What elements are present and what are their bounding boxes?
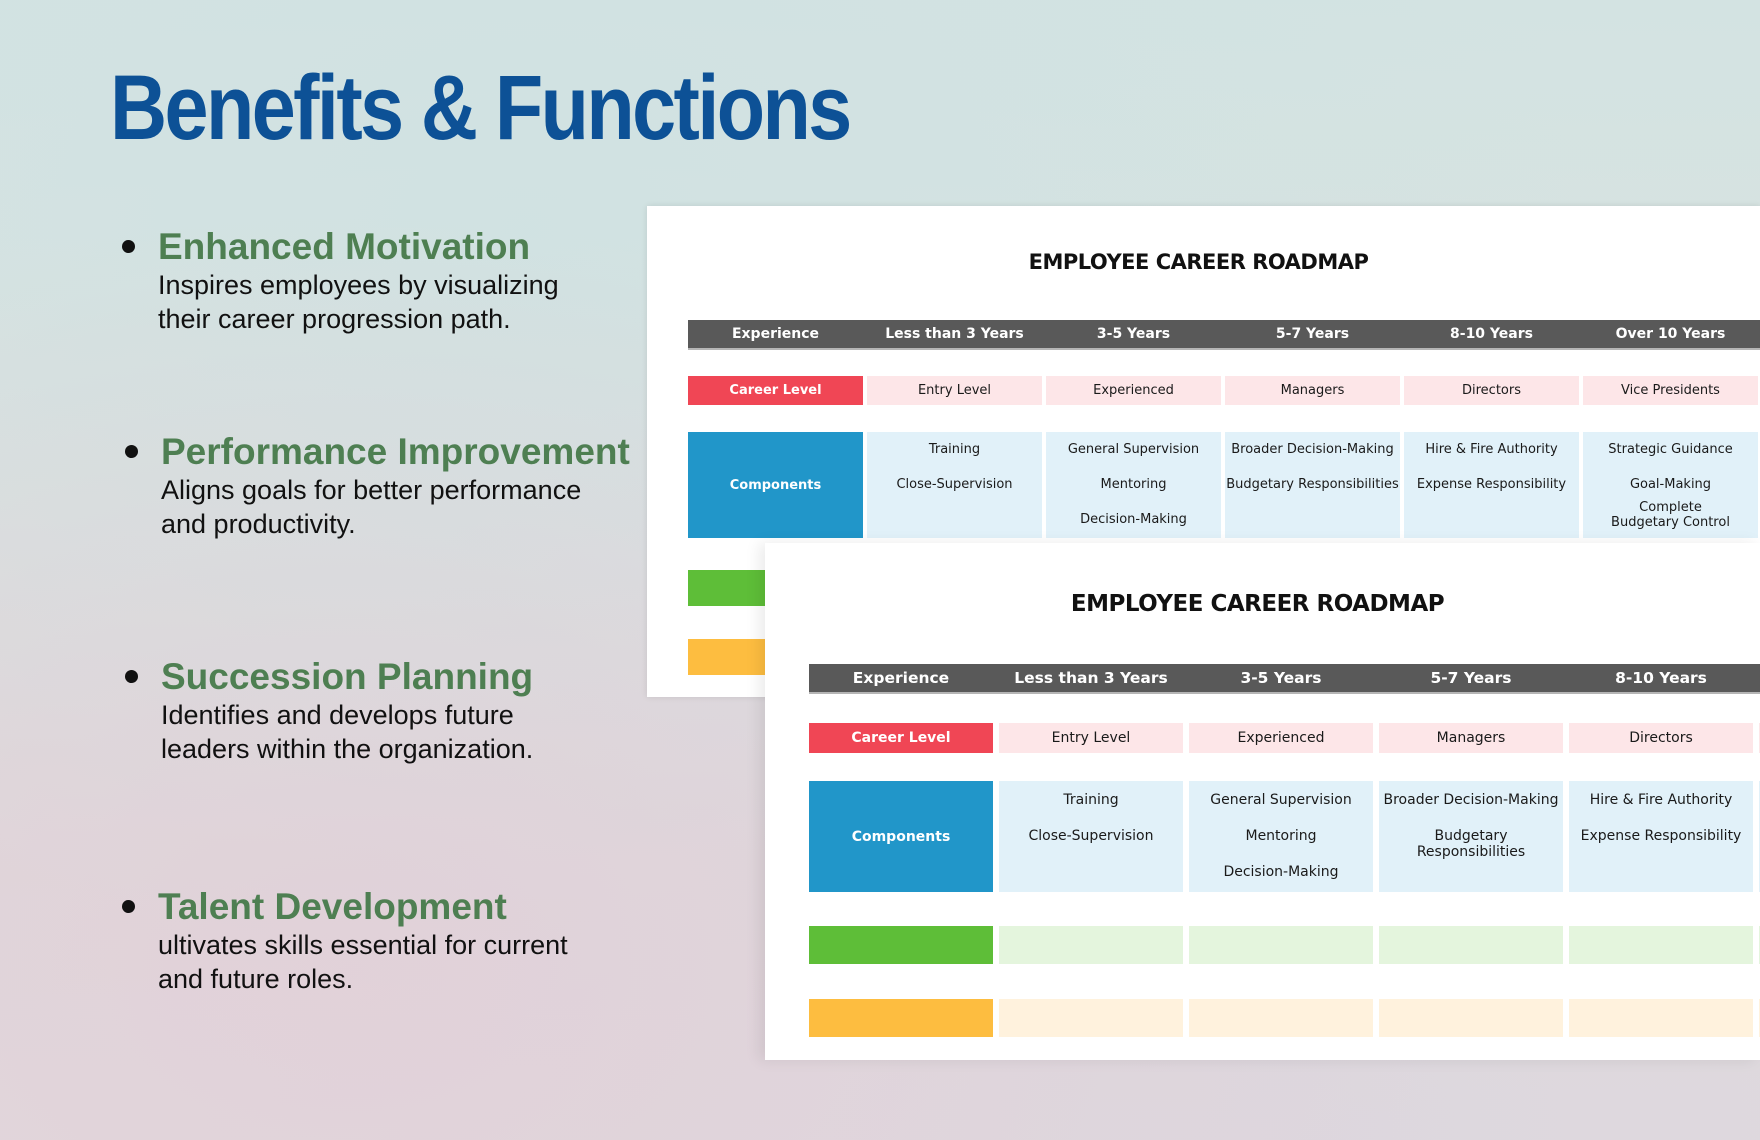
benefit-title: Talent Development [158, 886, 507, 927]
roadmap-card-front: EMPLOYEE CAREER ROADMAP Experience Less … [765, 543, 1760, 1060]
career-level-cell: Experienced [1189, 723, 1373, 753]
component-item: Goal-Making [1629, 477, 1712, 492]
component-item: General Supervision [1210, 792, 1352, 808]
header-cell: 8-10 Years [1615, 669, 1707, 687]
component-item: Budgetary Responsibilities [1416, 828, 1526, 860]
component-item: Broader Decision-Making [1383, 792, 1559, 808]
header-cell: Experience [731, 326, 820, 342]
bullet-icon [122, 240, 135, 253]
header-cell: 3-5 Years [1096, 326, 1171, 342]
benefit-item: Succession Planning Identifies and devel… [125, 656, 645, 766]
benefit-item: Enhanced Motivation Inspires employees b… [122, 226, 642, 336]
benefit-title: Performance Improvement [161, 431, 630, 472]
career-level-cell: Entry Level [999, 723, 1183, 753]
benefit-title: Succession Planning [161, 656, 534, 697]
components-cell: General Supervision Mentoring Decision-M… [1189, 781, 1373, 892]
components-cell: Hire & Fire Authority Expense Responsibi… [1569, 781, 1753, 892]
orange-row-cell [1189, 999, 1373, 1037]
component-item: Training [1063, 792, 1119, 808]
component-item: Complete Budgetary Control [1611, 500, 1730, 530]
component-item: Expense Responsibility [1580, 828, 1742, 844]
components-row: Components Training Close-Supervision Ge… [809, 781, 1760, 892]
green-row [809, 926, 1760, 964]
benefit-title: Enhanced Motivation [158, 226, 531, 267]
green-row-cell [1569, 926, 1753, 964]
bullet-icon [125, 445, 138, 458]
career-level-row: Career Level Entry Level Experienced Man… [809, 723, 1760, 753]
bullet-icon [122, 900, 135, 913]
component-item: Mentoring [1245, 828, 1317, 844]
component-item: General Supervision [1067, 442, 1200, 457]
roadmap-title: EMPLOYEE CAREER ROADMAP [1070, 591, 1445, 617]
header-cell: Less than 3 Years [1014, 669, 1168, 687]
green-row-label [809, 926, 993, 964]
experience-header-row: Experience Less than 3 Years 3-5 Years 5… [688, 320, 1760, 350]
career-level-label: Career Level [688, 376, 863, 405]
components-cell: General Supervision Mentoring Decision-M… [1046, 432, 1221, 538]
components-row: Components Training Close-Supervision Ge… [688, 432, 1760, 538]
header-cell: 8-10 Years [1450, 326, 1533, 342]
benefit-description: ultivates skills essential for current a… [158, 930, 568, 994]
components-cell: Hire & Fire Authority Expense Responsibi… [1404, 432, 1579, 538]
components-cell: Strategic Guidance Goal-Making Complete … [1583, 432, 1758, 538]
career-level-cell: Managers [1225, 376, 1400, 405]
career-level-cell: Experienced [1046, 376, 1221, 405]
header-cell: Over 10 Years [1615, 326, 1726, 342]
component-item: Decision-Making [1223, 864, 1339, 880]
component-item: Expense Responsibility [1416, 477, 1567, 492]
component-item: Close-Supervision [896, 477, 1013, 492]
component-item: Close-Supervision [1028, 828, 1154, 844]
components-cell: Training Close-Supervision [999, 781, 1183, 892]
career-level-cell: Directors [1404, 376, 1579, 405]
components-cell: Broader Decision-Making Budgetary Respon… [1379, 781, 1563, 892]
benefit-item: Talent Development ultivates skills esse… [122, 886, 642, 996]
experience-header-row: Experience Less than 3 Years 3-5 Years 5… [809, 664, 1760, 694]
bullet-icon [125, 670, 138, 683]
career-level-cell: Directors [1569, 723, 1753, 753]
header-cell: Less than 3 Years [885, 326, 1024, 342]
green-row-cell [1379, 926, 1563, 964]
career-level-cell: Managers [1379, 723, 1563, 753]
career-level-row: Career Level Entry Level Experienced Man… [688, 376, 1760, 405]
orange-row [809, 999, 1760, 1037]
header-cell: 5-7 Years [1430, 669, 1512, 687]
green-row-cell [1189, 926, 1373, 964]
page-title: Benefits & Functions [110, 57, 852, 159]
orange-row-cell [1569, 999, 1753, 1037]
component-item: Hire & Fire Authority [1589, 792, 1733, 808]
benefit-description: Identifies and develops future leaders w… [161, 700, 534, 764]
green-row-cell [999, 926, 1183, 964]
orange-row-cell [1379, 999, 1563, 1037]
component-item: Mentoring [1100, 477, 1167, 492]
component-item: Strategic Guidance [1608, 442, 1733, 457]
components-cell: Training Close-Supervision [867, 432, 1042, 538]
orange-row-cell [999, 999, 1183, 1037]
header-cell: Experience [852, 669, 950, 687]
benefit-item: Performance Improvement Aligns goals for… [125, 431, 645, 541]
component-item: Training [928, 442, 981, 457]
header-cell: 5-7 Years [1275, 326, 1350, 342]
career-level-cell: Entry Level [867, 376, 1042, 405]
component-item: Hire & Fire Authority [1425, 442, 1558, 457]
component-item: Decision-Making [1080, 512, 1187, 527]
orange-row-label [809, 999, 993, 1037]
component-item: Budgetary Responsibilities [1226, 477, 1399, 492]
header-cell: 3-5 Years [1240, 669, 1322, 687]
components-cell: Broader Decision-Making Budgetary Respon… [1225, 432, 1400, 538]
benefit-description: Inspires employees by visualizing their … [158, 270, 559, 334]
career-level-cell: Vice Presidents [1583, 376, 1758, 405]
career-level-label: Career Level [809, 723, 993, 753]
component-item: Broader Decision-Making [1231, 442, 1394, 457]
roadmap-title: EMPLOYEE CAREER ROADMAP [1028, 250, 1369, 274]
components-label: Components [809, 781, 993, 892]
components-label: Components [688, 432, 863, 538]
benefit-description: Aligns goals for better performance and … [161, 475, 582, 539]
